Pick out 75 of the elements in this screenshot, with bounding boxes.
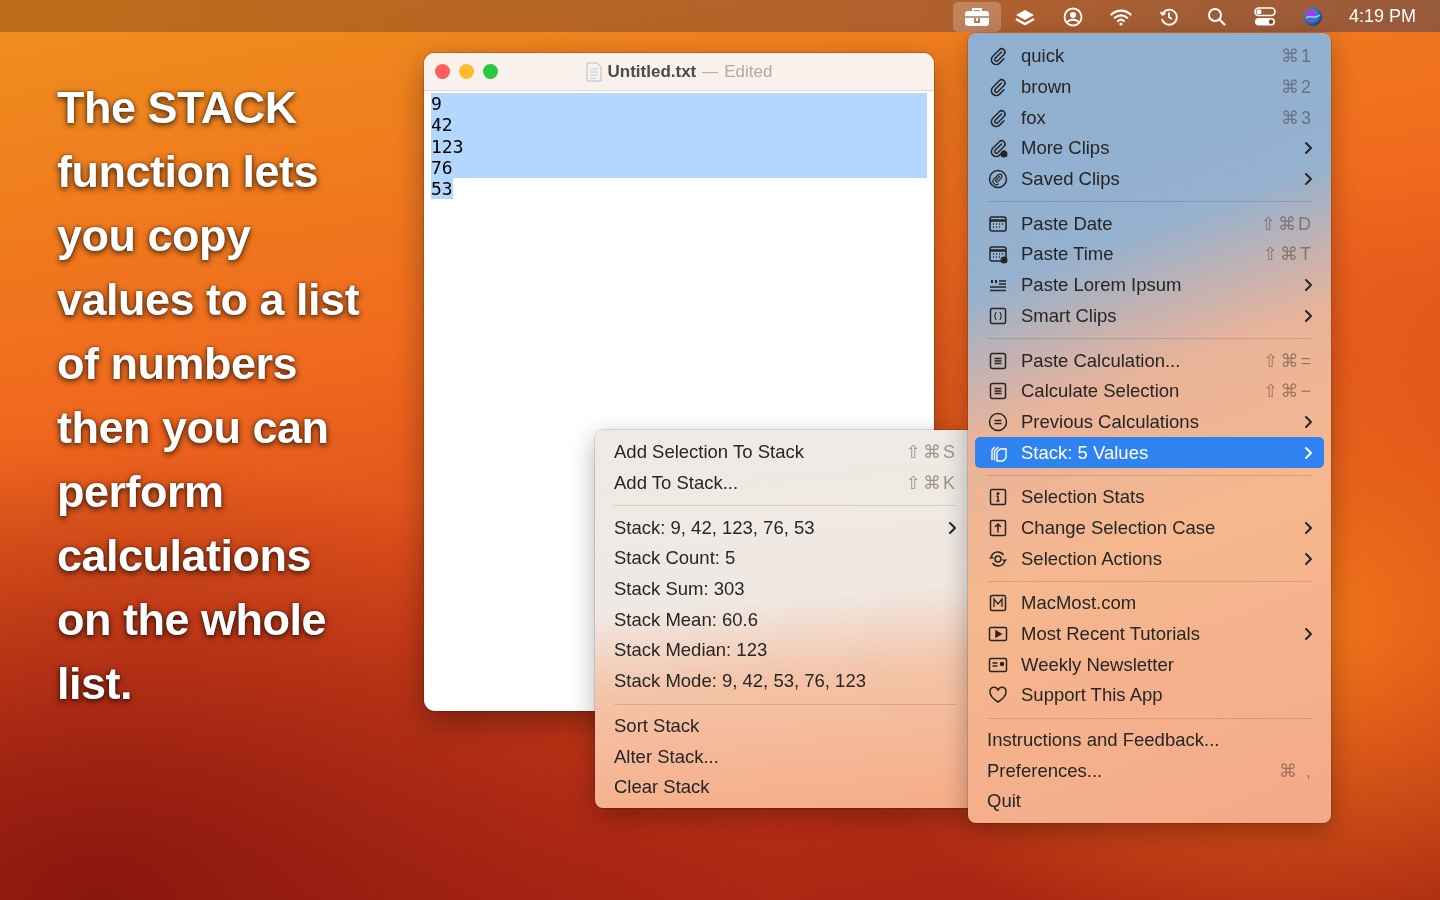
paperclip-circle-icon [988, 169, 1008, 190]
keyboard-shortcut: ⇧⌘S [905, 441, 957, 464]
keyboard-shortcut: ⌘3 [1281, 106, 1313, 129]
menu-item[interactable]: Add Selection To Stack ⇧⌘S [602, 437, 968, 468]
person-circle-icon [1062, 6, 1083, 27]
menu-item[interactable]: Selection Stats [975, 481, 1324, 513]
search-icon [1207, 7, 1227, 26]
paperclip-icon [988, 138, 1008, 159]
menu-item[interactable]: Previous Calculations [975, 406, 1324, 438]
document-icon [585, 61, 602, 82]
menu-item[interactable]: Most Recent Tutorials [975, 618, 1324, 650]
status-item[interactable] [952, 1, 1001, 32]
menu-item[interactable]: quick ⌘1 [975, 41, 1324, 72]
menu-item[interactable]: Stack Sum: 303 [602, 573, 968, 605]
menu-item[interactable]: Instructions and Feedback... [975, 724, 1324, 756]
menu-item[interactable]: Alter Stack... [602, 741, 968, 772]
paperclip-icon [988, 77, 1008, 98]
equals-box-icon [988, 350, 1008, 371]
equals-circle-icon [988, 411, 1008, 432]
menu-item[interactable]: Stack Mean: 60.6 [602, 604, 968, 636]
heart-icon [988, 685, 1008, 706]
keyboard-shortcut: ⇧⌘D [1260, 212, 1313, 235]
window-title: Untitled.txt [607, 61, 697, 82]
toggles-icon [1253, 6, 1276, 27]
keyboard-shortcut: ⌘1 [1281, 45, 1313, 68]
menu-bar-clock: 4:19 PM [1348, 5, 1416, 27]
menu-item[interactable]: MacMost.com [975, 588, 1324, 619]
edited-status: Edited [724, 61, 773, 82]
menu-item[interactable]: Saved Clips [975, 163, 1324, 195]
menu-item[interactable]: Paste Date ⇧⌘D [975, 208, 1324, 240]
keyboard-shortcut: ⌘ , [1279, 759, 1313, 782]
caption-text: The STACK function lets you copy values to a list of numbers then you can perform calculations on the whole list. [57, 81, 361, 711]
menu-item[interactable]: Paste Time ⇧⌘T [975, 239, 1324, 270]
menu-item[interactable]: Quit [975, 786, 1324, 817]
arrow-box-icon [988, 517, 1008, 538]
keyboard-shortcut: ⇧⌘− [1263, 380, 1313, 403]
menu-item[interactable]: Paste Calculation... ⇧⌘= [975, 345, 1324, 376]
menu-item[interactable]: Support This App [975, 680, 1324, 711]
menu-item[interactable]: Stack: 9, 42, 123, 76, 53 [602, 512, 968, 544]
menu-item[interactable]: Calculate Selection ⇧⌘− [975, 375, 1324, 407]
keyboard-shortcut: ⇧⌘K [905, 472, 957, 495]
menu-item[interactable]: Stack Count: 5 [602, 543, 968, 574]
calendar-icon [988, 213, 1008, 234]
clock-history-icon [1158, 6, 1179, 27]
letter-box-icon [988, 593, 1008, 614]
menu-item[interactable]: Sort Stack [602, 710, 968, 742]
toolbox-icon [963, 6, 990, 27]
menu-item[interactable]: Paste Lorem Ipsum [975, 269, 1324, 301]
close-button[interactable] [435, 64, 450, 79]
orb-icon [1302, 6, 1323, 27]
menu-item[interactable]: Preferences... ⌘ , [975, 755, 1324, 787]
calendar-plus-icon [988, 244, 1008, 265]
paperclip-icon [988, 107, 1008, 128]
menu-item[interactable]: Stack Median: 123 [602, 635, 968, 666]
menu-item[interactable]: Smart Clips [975, 300, 1324, 332]
menu-item[interactable]: Change Selection Case [975, 512, 1324, 544]
menu-item[interactable]: brown ⌘2 [975, 71, 1324, 103]
keyboard-shortcut: ⇧⌘= [1263, 349, 1313, 372]
equals-box-icon [988, 381, 1008, 402]
keyboard-shortcut: ⌘2 [1281, 76, 1313, 99]
menu-item[interactable]: More Clips [975, 133, 1324, 164]
wifi-icon [1109, 7, 1132, 26]
menu-item[interactable]: Stack: 5 Values [975, 437, 1324, 468]
braces-icon [988, 305, 1008, 326]
title-separator: — [702, 62, 719, 81]
menu-item[interactable]: Stack Mode: 9, 42, 53, 76, 123 [602, 665, 968, 697]
gear-icon [988, 548, 1008, 569]
menu-item[interactable]: Weekly Newsletter [975, 649, 1324, 681]
paperclip-icon [988, 46, 1008, 67]
keyboard-shortcut: ⇧⌘T [1262, 243, 1313, 266]
info-box-icon [988, 487, 1008, 508]
menu-item[interactable]: Clear Stack [602, 771, 968, 803]
menu-item[interactable]: Add To Stack... ⇧⌘K [602, 467, 968, 499]
menu-item[interactable]: fox ⌘3 [975, 102, 1324, 134]
menu-item[interactable]: Selection Actions [975, 543, 1324, 574]
